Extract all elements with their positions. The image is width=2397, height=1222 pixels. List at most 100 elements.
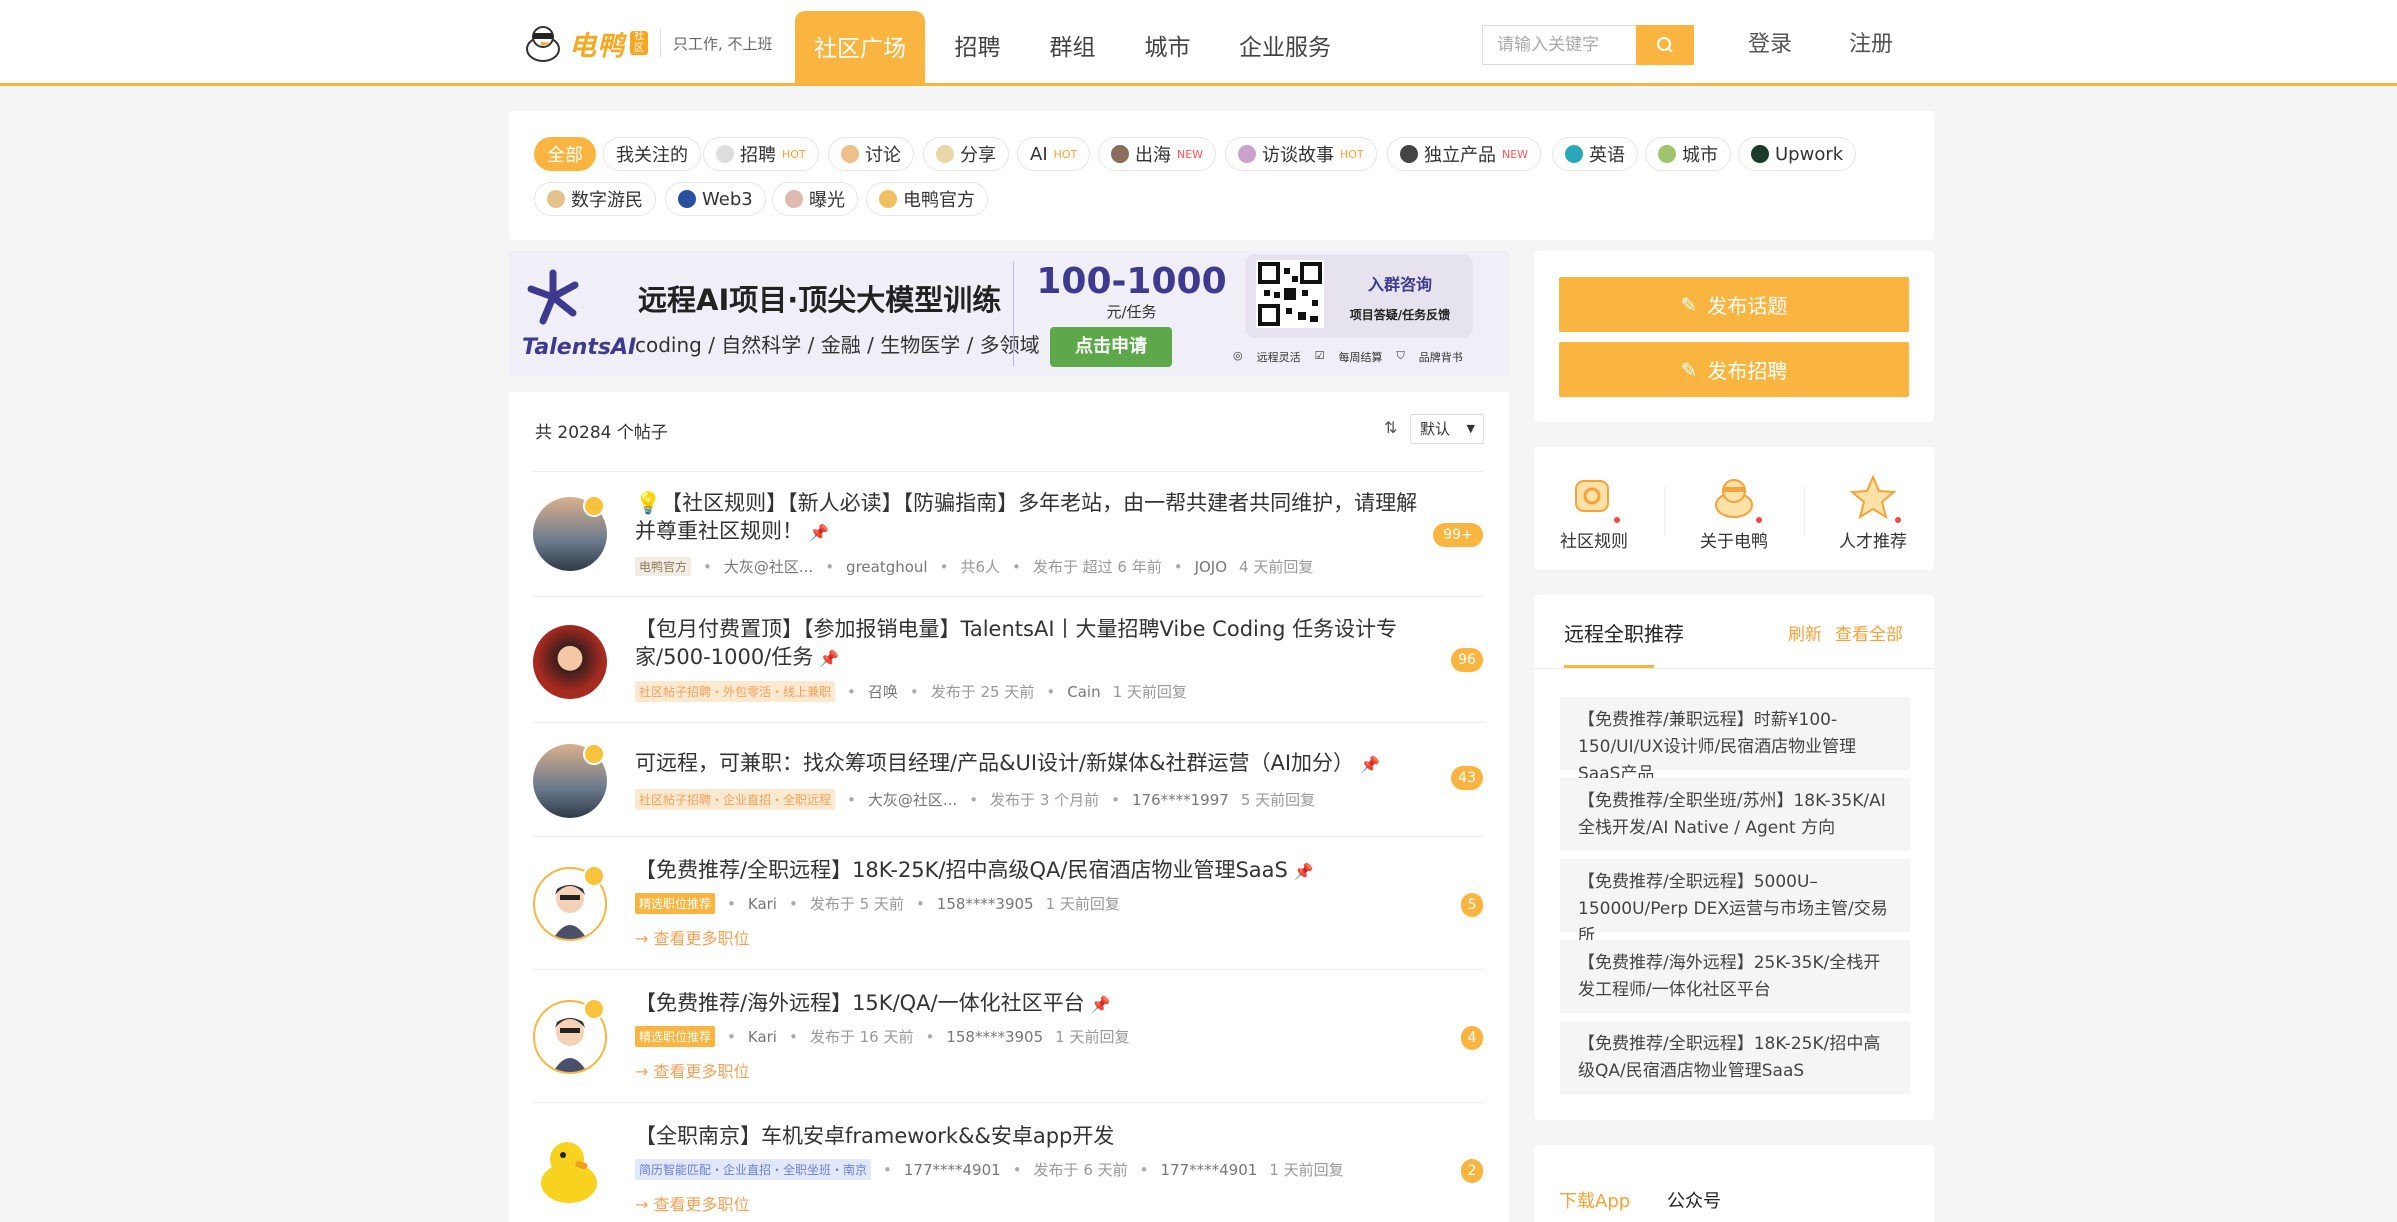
post-tag[interactable]: 精选职位推荐 bbox=[635, 893, 716, 914]
tab-download-app[interactable]: 下载App bbox=[1559, 1187, 1630, 1213]
post-time: 发布于 5 天前 bbox=[809, 895, 904, 913]
avatar[interactable] bbox=[533, 1133, 607, 1207]
category-indie[interactable]: 独立产品 NEW bbox=[1387, 137, 1542, 171]
tag-label: Web3 bbox=[702, 188, 753, 210]
tag-label: 全部 bbox=[547, 145, 583, 166]
post-tag[interactable]: 精选职位推荐 bbox=[635, 1026, 716, 1047]
post-replier[interactable]: greatghoul bbox=[846, 558, 928, 576]
post-author[interactable]: Kari bbox=[748, 895, 777, 913]
avatar[interactable] bbox=[533, 625, 607, 699]
post-title[interactable]: 💡【社区规则】【新人必读】【防骗指南】多年老站，由一帮共建者共同维护，请理解并尊… bbox=[635, 489, 1425, 547]
qr-subtitle: 项目答疑/任务反馈 bbox=[1349, 308, 1451, 322]
post-tag[interactable]: 简历智能匹配・企业直招・全职坐班・南京 bbox=[635, 1159, 872, 1180]
top-header: 电鸭 社区 只工作, 不上班 社区广场 招聘 群组 城市 企业服务 请输入关键字… bbox=[0, 0, 2397, 86]
hot-badge: HOT bbox=[1340, 147, 1364, 161]
search-icon bbox=[1657, 37, 1673, 53]
post-last-replier[interactable]: 176****1997 bbox=[1132, 791, 1229, 809]
post-author[interactable]: Kari bbox=[748, 1028, 777, 1046]
quick-link-about[interactable]: 关于电鸭 bbox=[1674, 473, 1794, 552]
category-web3[interactable]: Web3 bbox=[665, 182, 766, 216]
recommend-item[interactable]: 【免费推荐/全职坐班/苏州】18K-35K/AI全栈开发/AI Native /… bbox=[1560, 778, 1910, 851]
quick-link-rules[interactable]: 社区规则 bbox=[1534, 473, 1654, 552]
recommend-item[interactable]: 【免费推荐/全职远程】18K-25K/招中高级QA/民宿酒店物业管理SaaS bbox=[1560, 1021, 1910, 1094]
quick-link-talent[interactable]: 人才推荐 bbox=[1813, 473, 1933, 552]
post-last-replier[interactable]: 177****4901 bbox=[1161, 1161, 1258, 1179]
nav-jobs[interactable]: 招聘 bbox=[940, 10, 1015, 86]
post-topic-button[interactable]: ✎ 发布话题 bbox=[1559, 277, 1909, 332]
reply-count: 2 bbox=[1461, 1159, 1483, 1183]
category-upwork[interactable]: Upwork bbox=[1738, 137, 1857, 171]
category-discuss[interactable]: 讨论 bbox=[828, 137, 914, 171]
tag-label: 我关注的 bbox=[616, 145, 688, 166]
refresh-link[interactable]: 刷新 bbox=[1788, 620, 1822, 645]
banner-divider bbox=[1013, 261, 1014, 366]
feature-label: 品牌背书 bbox=[1418, 351, 1463, 364]
official-icon bbox=[879, 190, 897, 208]
nav-city[interactable]: 城市 bbox=[1130, 10, 1205, 86]
nav-community[interactable]: 社区广场 bbox=[795, 11, 925, 86]
category-interview[interactable]: 访谈故事 HOT bbox=[1225, 137, 1377, 171]
category-following[interactable]: 我关注的 bbox=[603, 137, 701, 171]
category-all[interactable]: 全部 bbox=[534, 137, 596, 171]
list-item[interactable]: 💡【社区规则】【新人必读】【防骗指南】多年老站，由一帮共建者共同维护，请理解并尊… bbox=[533, 472, 1484, 597]
category-expose[interactable]: 曝光 bbox=[772, 182, 858, 216]
recommend-item[interactable]: 【免费推荐/全职远程】5000U–15000U/Perp DEX运营与市场主管/… bbox=[1560, 859, 1910, 946]
more-jobs-link[interactable]: → 查看更多职位 bbox=[635, 1191, 750, 1215]
tab-wechat-account[interactable]: 公众号 bbox=[1667, 1187, 1721, 1213]
category-overseas[interactable]: 出海 NEW bbox=[1098, 137, 1217, 171]
category-city[interactable]: 城市 bbox=[1645, 137, 1731, 171]
recommend-item[interactable]: 【免费推荐/兼职远程】时薪¥100-150/UI/UX设计师/民宿酒店物业管理S… bbox=[1560, 697, 1910, 784]
post-last-time: 1 天前回复 bbox=[1055, 1028, 1130, 1046]
tag-label: 访谈故事 bbox=[1262, 145, 1334, 166]
recommend-item[interactable]: 【免费推荐/海外远程】25K-35K/全栈开发工程师/一体化社区平台 bbox=[1560, 940, 1910, 1013]
post-last-replier[interactable]: JOJO bbox=[1195, 558, 1227, 576]
post-title[interactable]: 【免费推荐/海外远程】15K/QA/一体化社区平台 📌 bbox=[635, 989, 1435, 1019]
logo-text: 电鸭 bbox=[569, 30, 625, 62]
post-title[interactable]: 可远程，可兼职：找众筹项目经理/产品&UI设计/新媒体&社群运营（AI加分） 📌 bbox=[635, 749, 1435, 779]
list-item[interactable]: 【包月付费置顶】【参加报销电量】TalentsAI丨大量招聘Vibe Codin… bbox=[533, 597, 1484, 723]
tag-label: 城市 bbox=[1682, 145, 1718, 166]
banner-features: ◎ 远程灵活 ☑ 每周结算 ⛉ 品牌背书 bbox=[1233, 349, 1463, 365]
list-item[interactable]: 【免费推荐/全职远程】18K-25K/招中高级QA/民宿酒店物业管理SaaS 📌 … bbox=[533, 837, 1484, 970]
post-last-replier[interactable]: 158****3905 bbox=[937, 895, 1034, 913]
post-last-replier[interactable]: 158****3905 bbox=[946, 1028, 1043, 1046]
login-link[interactable]: 登录 bbox=[1748, 26, 1792, 58]
duck-icon bbox=[1710, 473, 1762, 523]
site-logo[interactable]: 电鸭 社区 只工作, 不上班 bbox=[523, 20, 773, 66]
register-link[interactable]: 注册 bbox=[1849, 26, 1893, 58]
category-english[interactable]: 英语 bbox=[1552, 137, 1638, 171]
post-tag[interactable]: 社区帖子招聘・外包零活・线上兼职 bbox=[635, 681, 836, 702]
view-all-link[interactable]: 查看全部 bbox=[1835, 620, 1903, 645]
ad-banner[interactable]: TalentsAI 远程AI项目·顶尖大模型训练 coding / 自然科学 /… bbox=[509, 251, 1509, 376]
post-title[interactable]: 【全职南京】车机安卓framework&&安卓app开发 bbox=[635, 1122, 1435, 1150]
nav-enterprise[interactable]: 企业服务 bbox=[1225, 10, 1345, 86]
post-author[interactable]: 177****4901 bbox=[904, 1161, 1001, 1179]
category-nomad[interactable]: 数字游民 bbox=[534, 182, 656, 216]
post-title[interactable]: 【免费推荐/全职远程】18K-25K/招中高级QA/民宿酒店物业管理SaaS 📌 bbox=[635, 856, 1435, 886]
post-author[interactable]: 大灰@社区... bbox=[868, 789, 957, 810]
banner-apply-button[interactable]: 点击申请 bbox=[1050, 327, 1172, 367]
chevron-down-icon: ▼ bbox=[1466, 422, 1475, 435]
category-ai[interactable]: AI HOT bbox=[1017, 137, 1091, 171]
post-title[interactable]: 【包月付费置顶】【参加报销电量】TalentsAI丨大量招聘Vibe Codin… bbox=[635, 615, 1435, 673]
post-last-replier[interactable]: Cain bbox=[1067, 683, 1100, 701]
list-item[interactable]: 【全职南京】车机安卓framework&&安卓app开发 简历智能匹配・企业直招… bbox=[533, 1103, 1484, 1222]
reply-count: 4 bbox=[1461, 1026, 1483, 1050]
banner-brand: TalentsAI bbox=[522, 335, 637, 360]
post-author[interactable]: 大灰@社区... bbox=[724, 556, 813, 577]
post-tag[interactable]: 社区帖子招聘・企业直招・全职远程 bbox=[635, 789, 836, 810]
more-jobs-link[interactable]: → 查看更多职位 bbox=[635, 1058, 750, 1082]
post-author[interactable]: 召唤 bbox=[868, 681, 898, 702]
nav-groups[interactable]: 群组 bbox=[1035, 10, 1110, 86]
search-button[interactable] bbox=[1636, 25, 1694, 65]
list-item[interactable]: 【免费推荐/海外远程】15K/QA/一体化社区平台 📌 精选职位推荐 • Kari •… bbox=[533, 970, 1484, 1103]
category-official[interactable]: 电鸭官方 bbox=[866, 182, 988, 216]
more-jobs-link[interactable]: → 查看更多职位 bbox=[635, 925, 750, 949]
list-item[interactable]: 可远程，可兼职：找众筹项目经理/产品&UI设计/新媒体&社群运营（AI加分） 📌 … bbox=[533, 723, 1484, 837]
post-tag[interactable]: 电鸭官方 bbox=[635, 557, 692, 576]
reply-count: 96 bbox=[1451, 648, 1483, 672]
category-share[interactable]: 分享 bbox=[923, 137, 1009, 171]
sort-select[interactable]: 默认 ▼ bbox=[1410, 414, 1484, 444]
category-jobs[interactable]: 招聘 HOT bbox=[703, 137, 819, 171]
post-job-button[interactable]: ✎ 发布招聘 bbox=[1559, 342, 1909, 397]
